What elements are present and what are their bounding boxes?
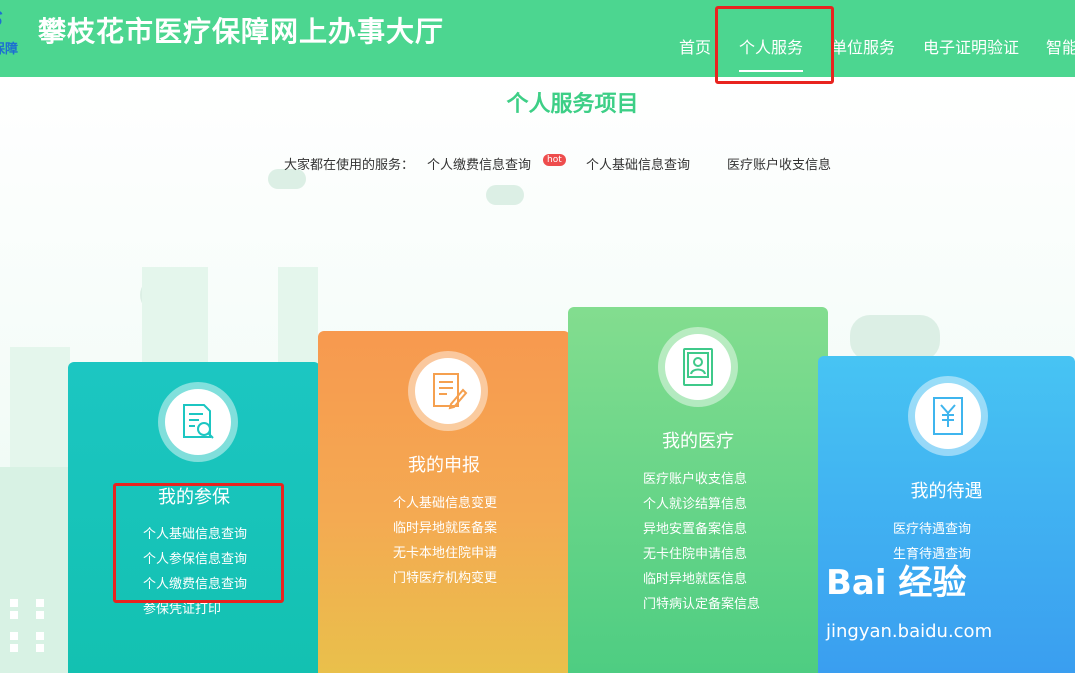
building-decoration [142, 267, 208, 367]
card-title: 我的申报 [408, 455, 480, 476]
card-icon-ring [658, 327, 738, 407]
card-link-list: 个人基础信息查询 个人参保信息查询 个人缴费信息查询 参保凭证打印 [143, 522, 247, 622]
link-medical-benefits-query[interactable]: 医疗待遇查询 [893, 517, 971, 542]
link-account-statement[interactable]: 医疗账户收支信息 [643, 467, 760, 492]
link-visit-settlement[interactable]: 个人就诊结算信息 [643, 492, 760, 517]
link-cardless-admission-info[interactable]: 无卡住院申请信息 [643, 542, 760, 567]
card-icon-ring [408, 351, 488, 431]
window-decoration [10, 632, 18, 640]
window-decoration [36, 599, 44, 607]
nav-active-indicator [739, 70, 803, 72]
cloud-decoration [486, 185, 524, 205]
nav-smart[interactable]: 智能 [1046, 34, 1075, 58]
nav-e-certificate-verify[interactable]: 电子证明验证 [923, 34, 1019, 58]
popular-item-basic-info-query[interactable]: 个人基础信息查询 [586, 154, 690, 173]
nav-personal-services[interactable]: 个人服务 [739, 34, 803, 58]
watermark-brand: Bai 经验 [826, 563, 967, 603]
document-edit-icon [433, 373, 468, 410]
window-decoration [10, 644, 18, 652]
link-offsite-resettlement[interactable]: 异地安置备案信息 [643, 517, 760, 542]
nav-employer-services[interactable]: 单位服务 [831, 34, 895, 58]
site-header: S 保障 攀枝花市医疗保障网上办事大厅 首页 个人服务 单位服务 电子证明验证 … [0, 0, 1075, 77]
window-decoration [10, 599, 18, 607]
yuan-document-icon [933, 397, 963, 435]
window-decoration [36, 644, 44, 652]
document-search-icon [183, 404, 214, 439]
link-basic-info-change[interactable]: 个人基础信息变更 [393, 491, 497, 516]
popular-label: 大家都在使用的服务： [284, 158, 415, 173]
building-decoration [278, 267, 318, 373]
popular-item-payment-query[interactable]: 个人缴费信息查询 [427, 154, 531, 173]
card-title: 我的医疗 [662, 431, 734, 452]
link-special-clinic-change[interactable]: 门特医疗机构变更 [393, 566, 497, 591]
main-nav: 首页 个人服务 单位服务 电子证明验证 智能 [0, 34, 1075, 64]
nav-home[interactable]: 首页 [679, 34, 711, 58]
card-link-list: 医疗账户收支信息 个人就诊结算信息 异地安置备案信息 无卡住院申请信息 临时异地… [643, 467, 760, 617]
link-special-disease-registration[interactable]: 门特病认定备案信息 [643, 592, 760, 617]
watermark-url: jingyan.baidu.com [826, 621, 993, 642]
popular-item-account-statement[interactable]: 医疗账户收支信息 [727, 154, 831, 173]
logo-mark: S [0, 6, 3, 32]
user-card-icon [683, 348, 713, 386]
link-insurance-certificate-print[interactable]: 参保凭证打印 [143, 597, 247, 622]
hot-badge: hot [543, 154, 566, 166]
link-temporary-offsite-info[interactable]: 临时异地就医信息 [643, 567, 760, 592]
cloud-decoration [850, 315, 940, 361]
card-link-list: 个人基础信息变更 临时异地就医备案 无卡本地住院申请 门特医疗机构变更 [393, 491, 497, 591]
link-cardless-local-admission[interactable]: 无卡本地住院申请 [393, 541, 497, 566]
page-title: 个人服务项目 [506, 92, 639, 117]
link-payment-info-query[interactable]: 个人缴费信息查询 [143, 572, 247, 597]
window-decoration [10, 611, 18, 619]
link-basic-info-query[interactable]: 个人基础信息查询 [143, 522, 247, 547]
window-decoration [36, 611, 44, 619]
card-title: 我的参保 [158, 487, 230, 508]
link-temporary-offsite-registration[interactable]: 临时异地就医备案 [393, 516, 497, 541]
card-my-medical: 我的医疗 医疗账户收支信息 个人就诊结算信息 异地安置备案信息 无卡住院申请信息… [568, 307, 828, 673]
card-icon-ring [908, 376, 988, 456]
link-insurance-info-query[interactable]: 个人参保信息查询 [143, 547, 247, 572]
building-decoration [0, 467, 68, 673]
card-my-declaration: 我的申报 个人基础信息变更 临时异地就医备案 无卡本地住院申请 门特医疗机构变更 [318, 331, 570, 673]
card-my-insurance: 我的参保 个人基础信息查询 个人参保信息查询 个人缴费信息查询 参保凭证打印 [68, 362, 320, 673]
card-icon-ring [158, 382, 238, 462]
card-title: 我的待遇 [910, 481, 983, 502]
window-decoration [36, 632, 44, 640]
